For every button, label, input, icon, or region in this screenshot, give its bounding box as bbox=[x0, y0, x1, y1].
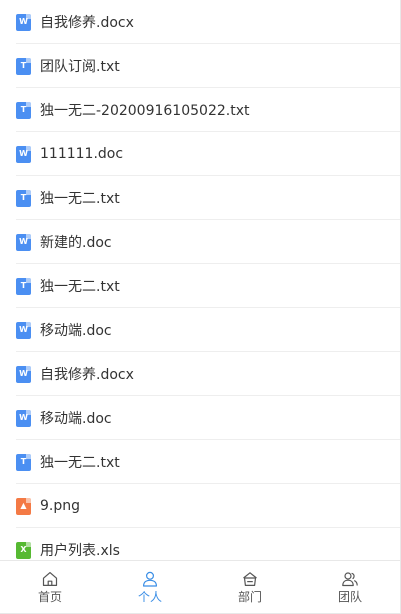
word-file-icon: W bbox=[16, 409, 31, 427]
file-item[interactable]: T 团队订阅.txt bbox=[0, 44, 400, 88]
file-item[interactable]: X 用户列表.xls bbox=[0, 528, 400, 560]
file-name: 独一无二.txt bbox=[40, 455, 120, 471]
word-file-icon: W bbox=[16, 233, 31, 251]
file-name: 111111.doc bbox=[40, 146, 124, 162]
word-file-icon: W bbox=[16, 145, 31, 163]
word-file-icon: W bbox=[16, 365, 31, 383]
file-item[interactable]: W 新建的.doc bbox=[0, 220, 400, 264]
file-item[interactable]: ▲ 9.png bbox=[0, 484, 400, 528]
excel-file-icon: X bbox=[16, 541, 31, 559]
file-list: W 自我修养.docx T 团队订阅.txt T 独一无二-2020091610… bbox=[0, 0, 400, 560]
tab-label: 团队 bbox=[337, 590, 362, 604]
team-icon bbox=[342, 572, 358, 587]
file-item[interactable]: W 移动端.doc bbox=[0, 308, 400, 352]
file-name: 移动端.doc bbox=[40, 323, 112, 339]
person-icon bbox=[143, 571, 157, 587]
tab-personal[interactable]: 个人 bbox=[100, 561, 200, 613]
tab-home[interactable]: 首页 bbox=[0, 561, 100, 613]
text-file-icon: T bbox=[16, 453, 31, 471]
word-file-icon: W bbox=[16, 13, 31, 31]
file-name: 用户列表.xls bbox=[40, 543, 120, 559]
file-item[interactable]: T 独一无二.txt bbox=[0, 176, 400, 220]
home-icon bbox=[42, 572, 58, 586]
file-name: 独一无二.txt bbox=[40, 279, 120, 295]
file-name: 团队订阅.txt bbox=[40, 59, 120, 75]
file-name: 9.png bbox=[40, 498, 81, 514]
tab-department[interactable]: 部门 bbox=[200, 561, 300, 613]
text-file-icon: T bbox=[16, 189, 31, 207]
file-item[interactable]: W 自我修养.docx bbox=[0, 0, 400, 44]
tab-team[interactable]: 团队 bbox=[300, 561, 400, 613]
text-file-icon: T bbox=[16, 101, 31, 119]
image-file-icon: ▲ bbox=[16, 497, 31, 515]
bottom-tab-bar: 首页 个人 部门 团队 bbox=[0, 560, 400, 613]
file-name: 独一无二.txt bbox=[40, 191, 120, 207]
text-file-icon: T bbox=[16, 57, 31, 75]
file-name: 自我修养.docx bbox=[40, 367, 134, 383]
file-item[interactable]: T 独一无二-20200916105022.txt bbox=[0, 88, 400, 132]
file-item[interactable]: T 独一无二.txt bbox=[0, 264, 400, 308]
word-file-icon: W bbox=[16, 321, 31, 339]
file-name: 新建的.doc bbox=[40, 235, 112, 251]
tab-label: 部门 bbox=[237, 590, 262, 604]
file-name: 自我修养.docx bbox=[40, 15, 134, 31]
file-item[interactable]: W 111111.doc bbox=[0, 132, 400, 176]
file-name: 移动端.doc bbox=[40, 411, 112, 427]
app-container: W 自我修养.docx T 团队订阅.txt T 独一无二-2020091610… bbox=[0, 0, 401, 614]
tab-label: 个人 bbox=[137, 590, 162, 604]
tab-label: 首页 bbox=[37, 590, 62, 604]
text-file-icon: T bbox=[16, 277, 31, 295]
file-item[interactable]: W 自我修养.docx bbox=[0, 352, 400, 396]
file-name: 独一无二-20200916105022.txt bbox=[40, 103, 250, 119]
file-item[interactable]: T 独一无二.txt bbox=[0, 440, 400, 484]
department-icon bbox=[243, 572, 257, 586]
file-item[interactable]: W 移动端.doc bbox=[0, 396, 400, 440]
